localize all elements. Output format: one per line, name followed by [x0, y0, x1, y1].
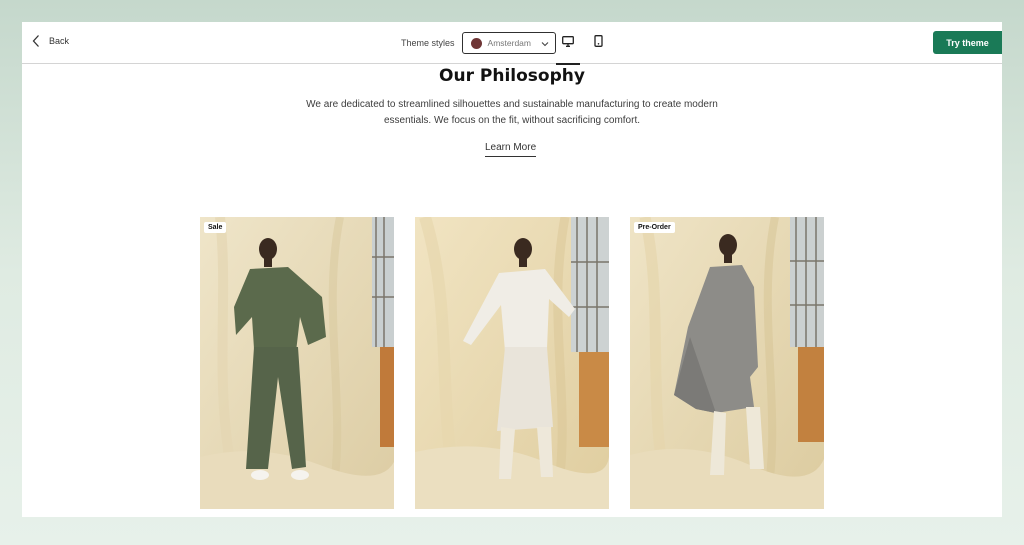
style-color-swatch: [470, 37, 482, 49]
product-image: [415, 217, 609, 509]
product-badge: Pre-Order: [634, 222, 675, 233]
desktop-view-button[interactable]: [556, 31, 580, 65]
theme-styles-label: Theme styles: [401, 38, 455, 48]
section-title: Our Philosophy: [439, 66, 585, 86]
chevron-left-icon: [32, 34, 40, 48]
preview-content: Our Philosophy We are dedicated to strea…: [22, 65, 1002, 517]
desktop-icon: [562, 34, 574, 52]
product-card[interactable]: [415, 217, 609, 509]
product-card[interactable]: Pre-Order: [630, 217, 824, 509]
section-description: We are dedicated to streamlined silhouet…: [306, 99, 718, 126]
theme-preview-window: Back Theme styles Amsterdam Try theme Ou…: [22, 22, 1002, 517]
chevron-down-icon: [541, 34, 549, 52]
learn-more-link[interactable]: Learn More: [485, 142, 537, 157]
mobile-view-button[interactable]: [586, 31, 610, 55]
try-theme-button[interactable]: Try theme: [933, 31, 1002, 54]
product-card[interactable]: Sale: [200, 217, 394, 509]
product-image: [200, 217, 394, 509]
theme-styles-control: Theme styles Amsterdam: [401, 32, 556, 54]
product-image: [630, 217, 824, 509]
preview-toolbar: Back Theme styles Amsterdam Try theme: [22, 22, 1002, 65]
back-button[interactable]: Back: [32, 34, 69, 48]
back-label: Back: [49, 36, 70, 46]
theme-style-select[interactable]: Amsterdam: [461, 32, 556, 54]
theme-style-value: Amsterdam: [487, 38, 531, 48]
mobile-icon: [593, 34, 603, 52]
product-badge: Sale: [204, 222, 227, 233]
